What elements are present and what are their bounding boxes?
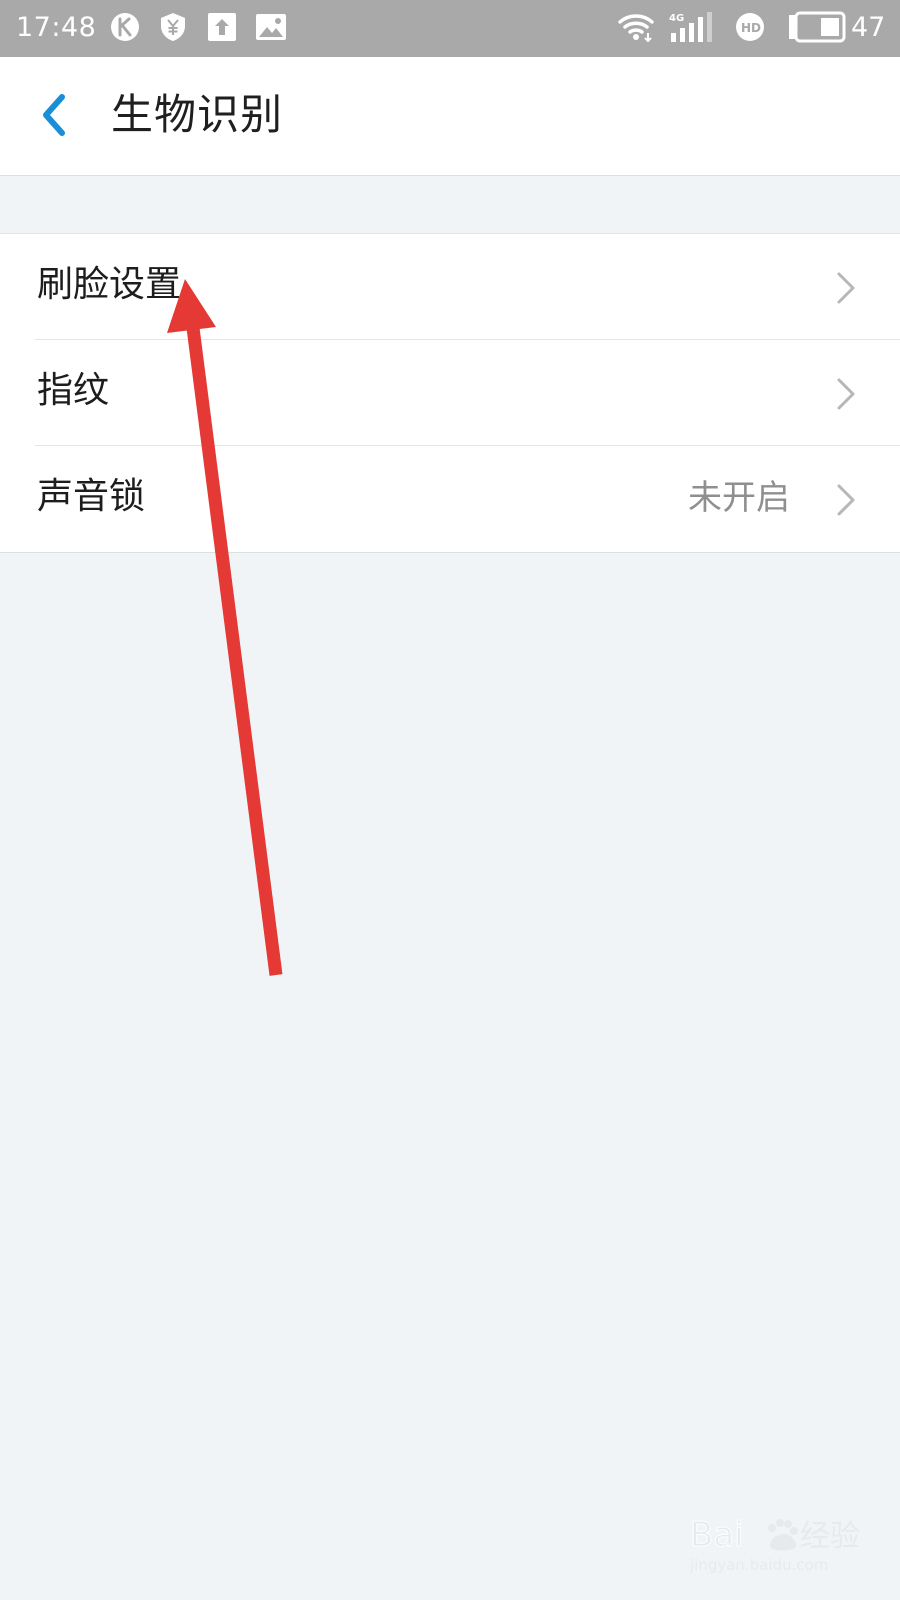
settings-list: 刷脸设置 指纹 声音锁 未开启 [0,233,900,553]
baidu-jingyan-watermark: Bai 经验 jingyan.baidu.com [690,1504,860,1584]
status-time: 17:48 [16,12,97,43]
face-settings-item[interactable]: 刷脸设置 [0,234,900,339]
chevron-right-icon [837,272,855,304]
svg-text:Bai: Bai [690,1515,744,1555]
svg-text:经验: 经验 [800,1519,860,1554]
wifi-icon [618,14,654,43]
battery-level: 47 [851,12,886,43]
back-button[interactable] [26,87,82,143]
page-title: 生物识别 [111,90,284,139]
baidu-paw-logo: Bai 经验 jingyan.baidu.com [690,1515,860,1575]
chevron-right-icon [837,378,855,410]
signal-4g-icon: 4G [669,12,712,42]
upload-icon [208,13,236,41]
svg-text:4G: 4G [669,13,684,24]
svg-text:jingyan.baidu.com: jingyan.baidu.com [690,1556,828,1574]
image-icon [256,14,286,40]
page-header: 生物识别 [0,57,900,176]
fingerprint-label: 指纹 [37,370,110,411]
voice-lock-label: 声音锁 [37,476,146,517]
svg-text:HD: HD [741,21,761,35]
status-bar: 17:48 4G HD 47 [0,0,900,57]
battery-icon [789,11,846,43]
yen-shield-icon [161,13,185,41]
chevron-right-icon [837,484,855,516]
fingerprint-item[interactable]: 指纹 [0,340,900,445]
voice-lock-status: 未开启 [688,478,790,518]
chevron-left-icon [43,94,65,136]
face-settings-label: 刷脸设置 [37,264,182,305]
voice-lock-item[interactable]: 声音锁 未开启 [0,446,900,551]
k-app-icon [111,13,139,41]
hd-icon: HD [736,13,764,41]
